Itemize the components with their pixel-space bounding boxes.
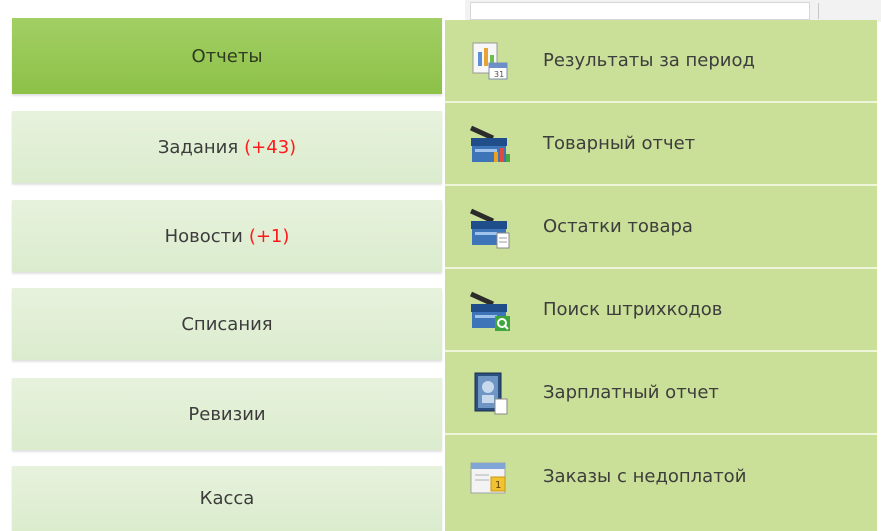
submenu-item-label: Остатки товара — [543, 216, 693, 237]
menu-item-tasks[interactable]: Задания (+43) — [12, 111, 442, 183]
main-menu: Отчеты Задания (+43) Новости (+1) Списан… — [0, 0, 445, 531]
svg-text:31: 31 — [494, 70, 504, 79]
submenu-item-goods-report[interactable]: Товарный отчет — [445, 103, 877, 186]
menu-item-label: Касса — [199, 488, 255, 509]
menu-item-write-offs[interactable]: Списания — [12, 288, 442, 360]
menu-item-news[interactable]: Новости (+1) — [12, 200, 442, 272]
submenu-item-barcode-search[interactable]: Поиск штрихкодов — [445, 269, 877, 352]
menu-item-label: Ревизии — [188, 403, 266, 425]
submenu-item-label: Заказы с недоплатой — [543, 466, 747, 487]
submenu-item-underpaid-orders[interactable]: 1 Заказы с недоплатой — [445, 435, 877, 518]
submenu-item-label: Результаты за период — [543, 50, 755, 71]
menu-item-label: Задания — [157, 136, 239, 158]
menu-item-audits[interactable]: Ревизии — [12, 378, 442, 450]
underpaid-orders-icon: 1 — [467, 455, 511, 499]
cash-register-document-icon — [467, 205, 511, 249]
submenu-item-payroll-report[interactable]: Зарплатный отчет — [445, 352, 877, 435]
submenu-item-label: Товарный отчет — [543, 133, 696, 154]
svg-text:1: 1 — [495, 480, 501, 491]
tasks-count-badge: (+43) — [244, 136, 297, 158]
calendar-report-icon: 31 — [467, 39, 511, 83]
submenu-item-label: Зарплатный отчет — [543, 382, 719, 403]
news-count-badge: (+1) — [248, 225, 290, 247]
cash-register-search-icon — [467, 288, 511, 332]
reports-submenu: 31 Результаты за период Товарный отчет О… — [445, 20, 877, 531]
menu-item-label: Отчеты — [191, 45, 263, 67]
menu-item-label: Новости — [164, 225, 243, 247]
payroll-book-icon — [467, 371, 511, 415]
cash-register-chart-icon — [467, 122, 511, 166]
menu-item-cash[interactable]: Касса — [12, 466, 442, 531]
submenu-item-stock-balance[interactable]: Остатки товара — [445, 186, 877, 269]
submenu-item-period-results[interactable]: 31 Результаты за период — [445, 20, 877, 103]
submenu-item-label: Поиск штрихкодов — [543, 299, 723, 320]
toolbar-divider — [818, 3, 819, 19]
menu-item-label: Списания — [181, 313, 273, 335]
top-search-field[interactable] — [470, 2, 810, 20]
menu-item-reports[interactable]: Отчеты — [12, 18, 442, 94]
